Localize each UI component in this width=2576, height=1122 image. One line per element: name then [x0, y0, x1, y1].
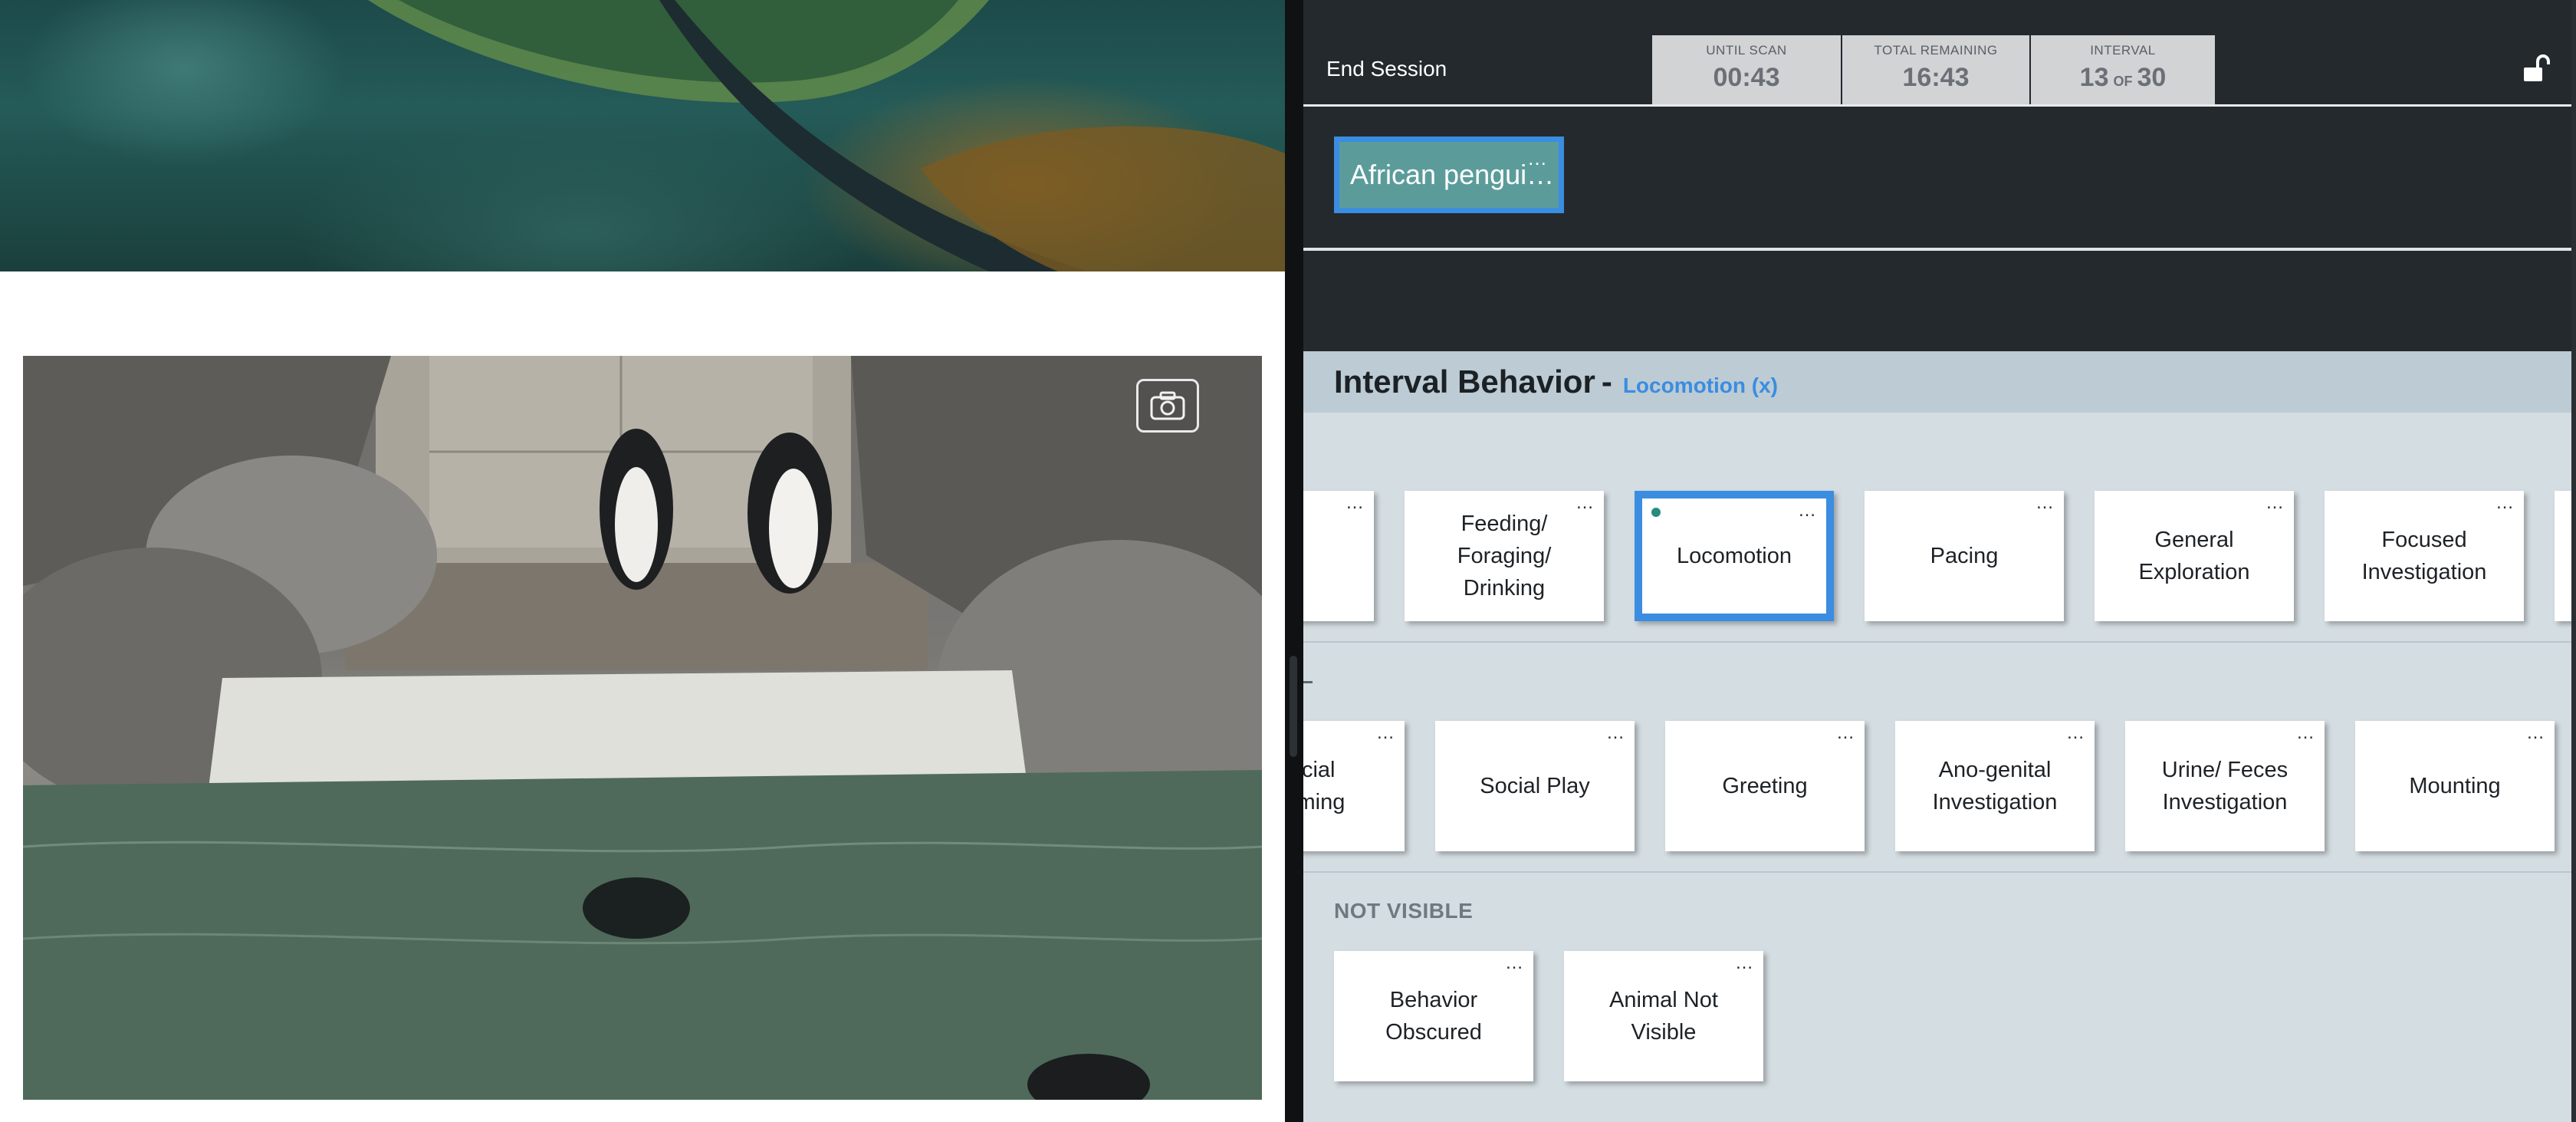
more-options-icon[interactable]: … — [1735, 954, 1754, 972]
timer-value: 00:43 — [1713, 63, 1780, 92]
pane-divider[interactable] — [1285, 0, 1303, 1122]
until-scan-timer: UNTIL SCAN 00:43 — [1652, 35, 1841, 104]
video-pane — [0, 0, 1285, 1122]
interval-of: OF — [2113, 74, 2133, 89]
camera-button[interactable] — [1136, 379, 1199, 433]
timer-value: 16:43 — [1902, 63, 1970, 92]
pane-resize-handle[interactable] — [1290, 656, 1297, 757]
end-session-button[interactable]: End Session — [1326, 57, 1447, 81]
penguin-exhibit-image — [23, 356, 1262, 1100]
timer-value: 13 OF 30 — [2031, 63, 2215, 93]
behavior-card-label: Animal Not Visible — [1609, 988, 1718, 1045]
camera-icon — [1150, 391, 1185, 420]
animal-chip[interactable]: African pengui… … — [1334, 137, 1564, 213]
animal-chip-label: African pengui… — [1350, 159, 1555, 190]
header-divider — [1303, 104, 2576, 107]
total-remaining-timer: TOTAL REMAINING 16:43 — [1842, 35, 2029, 104]
interval-total: 30 — [2137, 63, 2167, 92]
interval-current: 13 — [2079, 63, 2109, 92]
observation-panel: End Session UNTIL SCAN 00:43 TOTAL REMAI… — [1303, 0, 2576, 1122]
fish-image — [368, 0, 1285, 271]
more-options-icon[interactable]: … — [1505, 954, 1524, 972]
session-header: End Session UNTIL SCAN 00:43 TOTAL REMAI… — [1303, 0, 2576, 104]
behavior-row-3: Behavior Obscured … Animal Not Visible … — [1303, 351, 2576, 1122]
timer-label: UNTIL SCAN — [1706, 43, 1787, 58]
behavior-panel: Interval Behavior - Locomotion (x) … Feedin… — [1303, 351, 2576, 1122]
behavior-card-label: Behavior Obscured — [1385, 988, 1482, 1045]
chip-divider — [1303, 248, 2576, 251]
timer-label: INTERVAL — [2090, 43, 2156, 58]
unlock-icon[interactable] — [2521, 54, 2551, 84]
video-feed-main — [23, 356, 1262, 1100]
behavior-card[interactable]: Animal Not Visible … — [1564, 951, 1763, 1081]
video-feed-top — [0, 0, 1285, 271]
timer-label: TOTAL REMAINING — [1874, 43, 1998, 58]
behavior-card[interactable]: Behavior Obscured … — [1334, 951, 1533, 1081]
interval-counter: INTERVAL 13 OF 30 — [2031, 35, 2215, 104]
more-options-icon[interactable]: … — [1527, 142, 1548, 191]
scrollbar[interactable] — [2571, 0, 2576, 1122]
